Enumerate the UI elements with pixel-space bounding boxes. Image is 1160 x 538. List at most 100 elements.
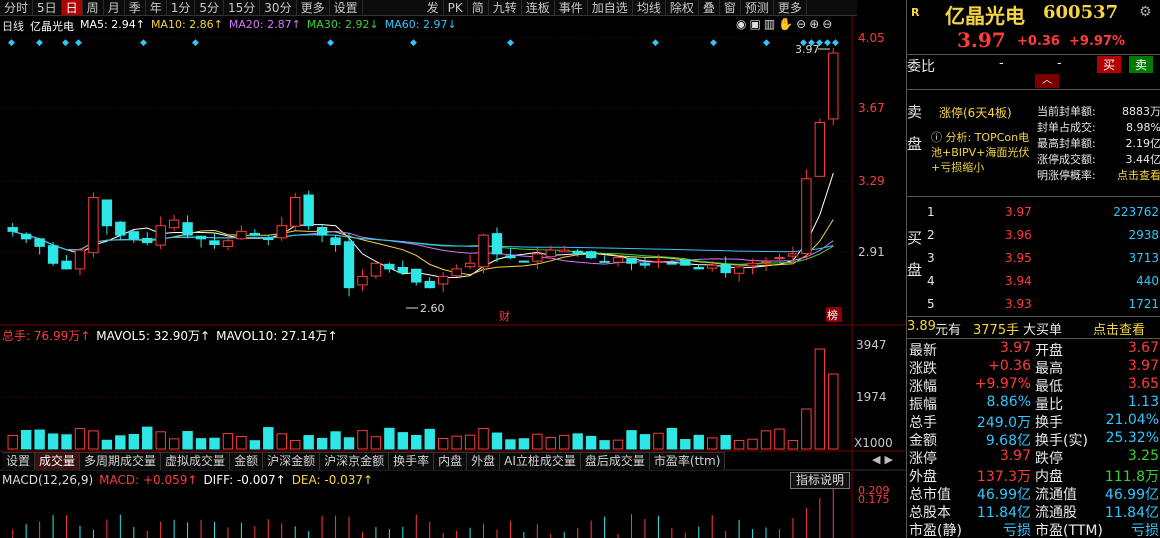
candle[interactable] bbox=[653, 260, 664, 263]
candle[interactable] bbox=[290, 197, 301, 227]
candle[interactable] bbox=[612, 257, 624, 263]
candle[interactable] bbox=[787, 253, 799, 257]
signal-diamond[interactable]: ◆ bbox=[824, 38, 831, 48]
candle[interactable] bbox=[47, 245, 59, 264]
limit-prob-link[interactable]: 点击查看 bbox=[1117, 168, 1160, 184]
candle[interactable] bbox=[626, 257, 637, 264]
candle[interactable] bbox=[478, 234, 489, 268]
candle[interactable] bbox=[491, 233, 503, 255]
candle[interactable] bbox=[720, 264, 731, 274]
candle[interactable] bbox=[249, 232, 261, 236]
candle[interactable] bbox=[585, 251, 597, 259]
signal-diamond[interactable]: ◆ bbox=[710, 38, 717, 48]
signal-diamond[interactable]: ◆ bbox=[327, 38, 334, 48]
candle[interactable] bbox=[142, 237, 153, 244]
candle[interactable] bbox=[814, 121, 826, 177]
candle[interactable] bbox=[263, 238, 274, 241]
tab-ind-afterhours[interactable]: 盘后成交量 bbox=[580, 453, 650, 470]
signal-diamond[interactable]: ◆ bbox=[507, 38, 514, 48]
candle[interactable] bbox=[101, 199, 113, 227]
candle[interactable] bbox=[34, 238, 45, 247]
candle[interactable] bbox=[397, 266, 409, 274]
candle[interactable] bbox=[276, 225, 287, 239]
candle[interactable] bbox=[303, 194, 314, 227]
collapse-up-icon[interactable]: ︿ bbox=[1035, 74, 1059, 88]
bid-row[interactable]: 2 3.96 2938 bbox=[927, 223, 1159, 246]
candle[interactable] bbox=[680, 259, 691, 266]
candle[interactable] bbox=[545, 249, 556, 258]
bid-row[interactable]: 4 3.94 440 bbox=[927, 269, 1159, 292]
buy-order-button[interactable]: 买 bbox=[1097, 56, 1122, 73]
candle[interactable] bbox=[236, 230, 247, 240]
candle[interactable] bbox=[599, 260, 610, 263]
candle[interactable] bbox=[7, 227, 18, 232]
candle[interactable] bbox=[182, 222, 193, 236]
candle[interactable] bbox=[343, 241, 355, 289]
signal-diamond[interactable]: ◆ bbox=[763, 38, 770, 48]
tab-ind-settings[interactable]: 设置 bbox=[2, 453, 36, 470]
candle[interactable] bbox=[437, 275, 449, 285]
big-buy-link[interactable]: 点击查看 bbox=[1093, 319, 1145, 338]
candle[interactable] bbox=[760, 260, 772, 263]
candle[interactable] bbox=[572, 250, 583, 255]
candle[interactable] bbox=[357, 275, 368, 286]
candle[interactable] bbox=[451, 268, 462, 277]
tab-ind-amount[interactable]: 金额 bbox=[230, 453, 264, 470]
tab-ind-multiperiod[interactable]: 多周期成交量 bbox=[80, 453, 162, 470]
tab-ind-pe[interactable]: 市盈率(ttm) bbox=[649, 453, 726, 470]
candle[interactable] bbox=[370, 262, 382, 277]
candle[interactable] bbox=[316, 226, 328, 236]
candle[interactable] bbox=[74, 249, 86, 270]
tab-ind-turnover[interactable]: 换手率 bbox=[389, 453, 435, 470]
signal-diamond[interactable]: ◆ bbox=[832, 38, 839, 48]
tab-ind-ai[interactable]: AI立桩成交量 bbox=[500, 453, 581, 470]
signal-diamond[interactable]: ◆ bbox=[140, 38, 147, 48]
gear-icon[interactable]: ⚙ bbox=[1139, 4, 1152, 20]
candle[interactable] bbox=[209, 240, 220, 245]
bid-row[interactable]: 5 3.93 1721 bbox=[927, 292, 1159, 315]
candle[interactable] bbox=[747, 262, 758, 267]
candle[interactable] bbox=[733, 266, 745, 274]
signal-diamond[interactable]: ◆ bbox=[192, 38, 199, 48]
signal-diamond[interactable]: ◆ bbox=[8, 38, 15, 48]
candle[interactable] bbox=[20, 233, 32, 240]
candle[interactable] bbox=[88, 197, 99, 254]
candle[interactable] bbox=[128, 231, 139, 240]
signal-diamond[interactable]: ◆ bbox=[75, 38, 82, 48]
signal-diamond[interactable]: ◆ bbox=[410, 38, 417, 48]
candle[interactable] bbox=[505, 255, 516, 259]
candle[interactable] bbox=[666, 262, 678, 265]
signal-diamond[interactable]: ◆ bbox=[36, 38, 43, 48]
bid-row[interactable]: 1 3.97 223762 bbox=[927, 200, 1159, 223]
candle[interactable] bbox=[222, 240, 234, 247]
scroll-right-icon[interactable]: ▶ bbox=[884, 453, 892, 466]
signal-diamond[interactable]: ◆ bbox=[62, 38, 69, 48]
candle[interactable] bbox=[411, 268, 422, 283]
candle[interactable] bbox=[384, 263, 395, 270]
analysis-text[interactable]: ⓘ 分析: TOPCon电池+BIPV+海面光伏+亏损缩小 bbox=[931, 130, 1035, 175]
candle[interactable] bbox=[774, 257, 785, 260]
candle[interactable] bbox=[330, 237, 341, 245]
candle[interactable] bbox=[559, 249, 570, 253]
candle[interactable] bbox=[707, 264, 718, 269]
tab-ind-virtual[interactable]: 虚拟成交量 bbox=[161, 453, 231, 470]
scroll-left-icon[interactable]: ◀ bbox=[872, 453, 880, 466]
tab-ind-volume[interactable]: 成交量 bbox=[35, 453, 81, 470]
tab-ind-hs-amount[interactable]: 沪深金额 bbox=[263, 453, 321, 470]
indicator-explain-button[interactable]: 指标说明 bbox=[790, 472, 850, 489]
candle[interactable] bbox=[518, 260, 530, 263]
candle[interactable] bbox=[61, 260, 72, 270]
tab-ind-outer[interactable]: 外盘 bbox=[467, 453, 501, 470]
candle[interactable] bbox=[464, 262, 476, 268]
candle[interactable] bbox=[693, 266, 704, 270]
bid-row[interactable]: 3 3.95 3713 bbox=[927, 246, 1159, 269]
candle[interactable] bbox=[532, 253, 543, 262]
candle[interactable] bbox=[155, 225, 166, 246]
tab-ind-hsj-amount[interactable]: 沪深京金额 bbox=[320, 453, 390, 470]
candle[interactable] bbox=[195, 235, 207, 240]
candle[interactable] bbox=[115, 221, 126, 236]
candle[interactable] bbox=[801, 178, 812, 255]
candle[interactable] bbox=[168, 219, 180, 229]
candle[interactable] bbox=[424, 280, 435, 289]
tab-ind-inner[interactable]: 内盘 bbox=[434, 453, 468, 470]
